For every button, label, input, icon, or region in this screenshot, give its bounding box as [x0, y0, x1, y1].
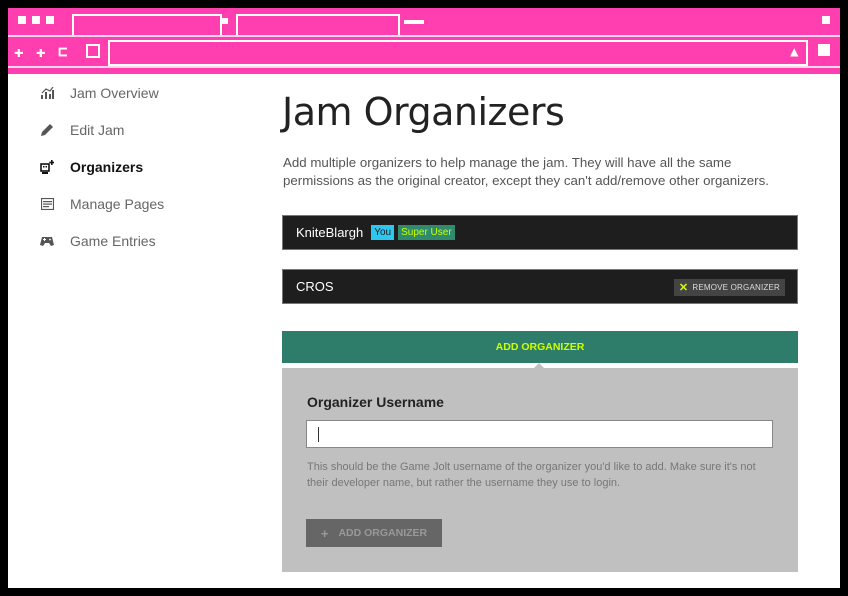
you-badge: You: [371, 225, 395, 240]
username-input[interactable]: [306, 420, 773, 448]
sidebar-item-game-entries[interactable]: Game Entries: [40, 229, 156, 253]
add-organizer-form: Organizer Username This should be the Ga…: [282, 368, 798, 572]
pencil-icon: [40, 123, 54, 137]
browser-chrome: ✚ ✚ ⊏ ▲: [8, 8, 840, 74]
organizer-name[interactable]: KniteBlargh: [296, 225, 363, 240]
browser-tab[interactable]: [236, 14, 400, 36]
username-field-label: Organizer Username: [307, 394, 444, 410]
tab-divider: [8, 35, 840, 37]
window-dot-icon[interactable]: [18, 16, 26, 24]
sidebar-item-label: Manage Pages: [70, 196, 165, 212]
username-help-text: This should be the Game Jolt username of…: [307, 461, 756, 489]
sidebar-item-jam-overview[interactable]: Jam Overview: [40, 81, 159, 105]
text-caret: [318, 427, 319, 442]
pages-icon: [40, 197, 54, 211]
sidebar-item-label: Organizers: [70, 159, 144, 175]
forward-icon[interactable]: ✚: [36, 44, 46, 60]
lock-icon: ▲: [790, 44, 799, 60]
add-organizer-submit-label: ADD ORGANIZER: [338, 527, 428, 539]
gamepad-icon: [40, 234, 54, 248]
chrome-bottom-border: [8, 66, 840, 74]
sidebar-item-organizers[interactable]: Organizers: [40, 155, 143, 179]
close-icon: ✕: [678, 282, 689, 294]
window: ✚ ✚ ⊏ ▲ Jam Overview Edit Jam Organizers: [8, 8, 840, 588]
window-dot-icon[interactable]: [32, 16, 40, 24]
sidebar-item-label: Edit Jam: [70, 122, 125, 138]
page-description: Add multiple organizers to help manage t…: [283, 155, 769, 188]
organizer-row: CROS ✕ REMOVE ORGANIZER: [282, 269, 798, 304]
organizer-name[interactable]: CROS: [296, 279, 334, 294]
chart-icon: [40, 86, 54, 100]
remove-organizer-label: REMOVE ORGANIZER: [692, 283, 780, 292]
plus-icon: +: [320, 525, 329, 541]
tab-close-icon[interactable]: [404, 20, 424, 24]
sidebar-item-label: Jam Overview: [70, 85, 159, 101]
organizer-row: KniteBlargh You Super User: [282, 215, 798, 250]
address-bar[interactable]: [108, 40, 808, 66]
add-organizer-toggle[interactable]: ADD ORGANIZER: [282, 331, 798, 369]
sidebar-item-edit-jam[interactable]: Edit Jam: [40, 118, 124, 142]
organizers-icon: [40, 160, 54, 174]
tab-separator-icon: [222, 18, 228, 24]
browser-tab[interactable]: [72, 14, 222, 36]
menu-icon[interactable]: [818, 44, 830, 56]
super-user-badge: Super User: [398, 225, 455, 240]
reload-icon[interactable]: ⊏: [58, 44, 68, 60]
home-icon[interactable]: [86, 44, 100, 58]
page-title: Jam Organizers: [282, 90, 565, 134]
back-icon[interactable]: ✚: [14, 44, 24, 60]
sidebar-item-manage-pages[interactable]: Manage Pages: [40, 192, 164, 216]
remove-organizer-button[interactable]: ✕ REMOVE ORGANIZER: [673, 279, 785, 296]
window-corner-icon: [822, 16, 830, 24]
sidebar-item-label: Game Entries: [70, 233, 156, 249]
add-organizer-toggle-label: ADD ORGANIZER: [495, 341, 585, 353]
window-dot-icon[interactable]: [46, 16, 54, 24]
add-organizer-submit-button[interactable]: + ADD ORGANIZER: [306, 519, 442, 547]
